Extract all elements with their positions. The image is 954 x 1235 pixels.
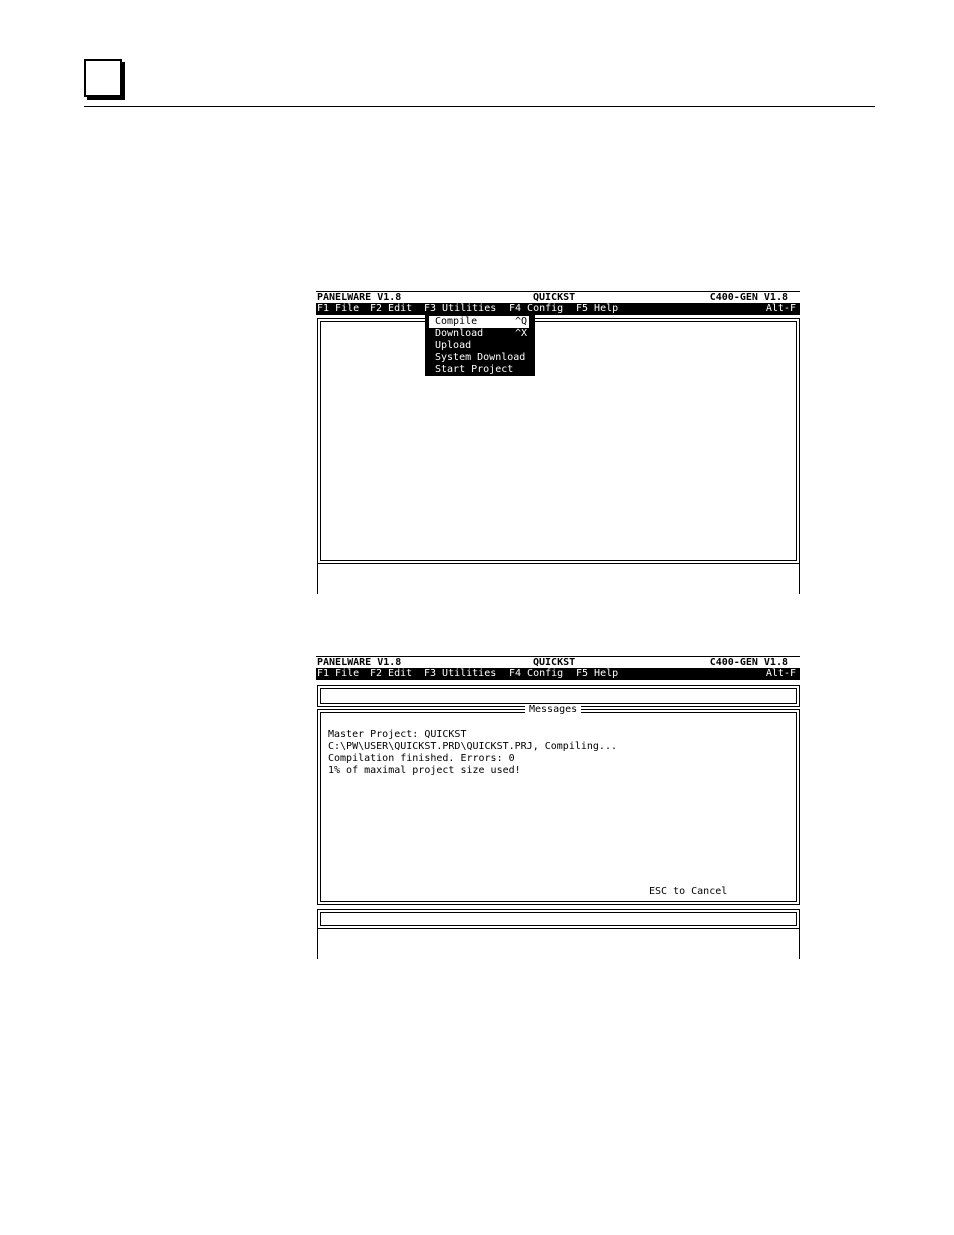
menu-bar: F1 File F2 Edit F3 Utilities F4 Config F…: [316, 303, 800, 315]
esc-cancel-hint[interactable]: ESC to Cancel: [649, 886, 727, 898]
menu-shortcut-hint: Alt-F: [765, 668, 796, 679]
menu-shortcut-hint: Alt-F: [765, 303, 796, 314]
dropdown-item-system-download[interactable]: System Download: [429, 352, 529, 364]
message-line: Master Project: QUICKST: [328, 729, 467, 740]
header-rule: [84, 106, 875, 107]
workspace-frame: [317, 318, 800, 564]
menu-file[interactable]: F1 File: [317, 303, 359, 315]
menu-edit[interactable]: F2 Edit: [370, 303, 412, 315]
status-border-right: [799, 564, 800, 594]
menu-file[interactable]: F1 File: [317, 668, 359, 680]
menu-utilities[interactable]: F3 Utilities: [424, 668, 496, 680]
dropdown-item-compile[interactable]: Compile ^Q: [429, 316, 529, 328]
dropdown-item-upload[interactable]: Upload: [429, 340, 529, 352]
menu-utilities[interactable]: F3 Utilities: [424, 303, 496, 315]
dropdown-item-download[interactable]: Download ^X: [429, 328, 529, 340]
status-border-left: [317, 929, 318, 959]
status-border-left: [317, 564, 318, 594]
menu-config[interactable]: F4 Config: [509, 303, 563, 315]
bottom-panel-frame: [317, 909, 800, 929]
menu-help[interactable]: F5 Help: [576, 303, 618, 315]
utilities-dropdown: Compile ^Q Download ^X Upload System Dow…: [425, 315, 535, 376]
screenshot-compile-messages: PANELWARE V1.8 QUICKST C400-GEN V1.8 F1 …: [316, 656, 801, 960]
message-line: 1% of maximal project size used!: [328, 765, 521, 776]
menu-bar: F1 File F2 Edit F3 Utilities F4 Config F…: [316, 668, 800, 680]
menu-edit[interactable]: F2 Edit: [370, 668, 412, 680]
dropdown-item-start-project[interactable]: Start Project: [429, 364, 529, 376]
message-line: Compilation finished. Errors: 0: [328, 753, 515, 764]
status-border-right: [799, 929, 800, 959]
chapter-tab-box: [84, 59, 122, 97]
message-line: C:\PW\USER\QUICKST.PRD\QUICKST.PRJ, Comp…: [328, 741, 617, 752]
messages-title: Messages: [525, 704, 582, 716]
screenshot-utilities-menu: PANELWARE V1.8 QUICKST C400-GEN V1.8 F1 …: [316, 291, 801, 595]
menu-config[interactable]: F4 Config: [509, 668, 563, 680]
menu-help[interactable]: F5 Help: [576, 668, 618, 680]
